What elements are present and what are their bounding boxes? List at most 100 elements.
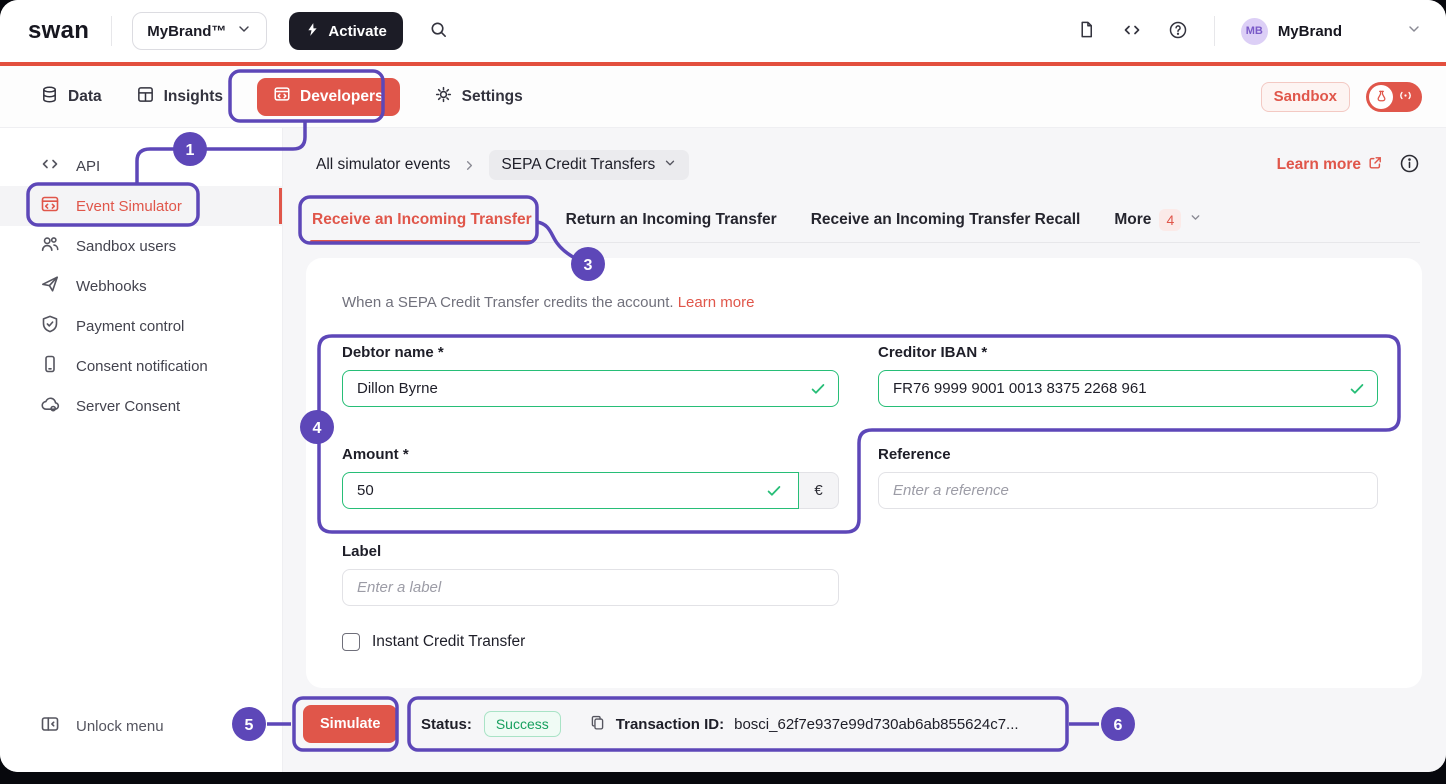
send-icon <box>40 274 60 298</box>
main-content: All simulator events SEPA Credit Transfe… <box>283 128 1446 772</box>
chevron-down-icon <box>1189 211 1202 229</box>
account-menu[interactable]: MB MyBrand <box>1241 18 1422 45</box>
debtor-name-label: Debtor name * <box>342 344 444 361</box>
sidebar-item-label: Event Simulator <box>76 198 182 215</box>
gear-icon <box>434 85 453 109</box>
shield-check-icon <box>40 314 60 338</box>
nav-item-label: Developers <box>300 88 384 106</box>
creditor-iban-field[interactable] <box>878 370 1378 407</box>
sidebar-item-consent-notification[interactable]: Consent notification <box>0 346 282 386</box>
breadcrumb-current-label: SEPA Credit Transfers <box>501 156 655 174</box>
flask-icon <box>1369 85 1393 109</box>
label-field-label: Label <box>342 543 381 560</box>
sidebar-item-label: Server Consent <box>76 398 180 415</box>
nav-item-data[interactable]: Data <box>40 85 102 109</box>
api-explorer-button[interactable] <box>1116 14 1148 49</box>
sidebar-item-server-consent[interactable]: Server Consent <box>0 386 282 426</box>
breadcrumb-actions: Learn more <box>1277 153 1420 177</box>
database-icon <box>40 85 59 109</box>
breadcrumb-current-selector[interactable]: SEPA Credit Transfers <box>489 150 689 180</box>
sidebar-item-webhooks[interactable]: Webhooks <box>0 266 282 306</box>
code-icon <box>1122 20 1142 43</box>
activate-button[interactable]: Activate <box>289 12 402 50</box>
dev-console-icon <box>273 85 291 108</box>
unlock-menu-button[interactable]: Unlock menu <box>0 706 281 746</box>
tab-receive-incoming-transfer[interactable]: Receive an Incoming Transfer <box>312 197 532 242</box>
external-link-icon <box>1367 155 1383 176</box>
breadcrumb-root[interactable]: All simulator events <box>316 156 450 174</box>
support-button[interactable] <box>1162 14 1194 49</box>
lightning-icon <box>305 22 320 41</box>
environment-toggle[interactable] <box>1366 82 1422 112</box>
divider <box>1214 16 1215 46</box>
reference-field[interactable] <box>878 472 1378 509</box>
tab-return-incoming-transfer[interactable]: Return an Incoming Transfer <box>566 197 777 242</box>
sandbox-badge: Sandbox <box>1261 82 1350 112</box>
amount-label: Amount * <box>342 446 409 463</box>
result-status-row: Status: Success Transaction ID: bosci_62… <box>421 698 1019 750</box>
docs-button[interactable] <box>1071 14 1102 48</box>
sidebar-item-payment-control[interactable]: Payment control <box>0 306 282 346</box>
sidebar-item-label: Payment control <box>76 318 184 335</box>
status-badge: Success <box>484 711 561 737</box>
instant-transfer-label: Instant Credit Transfer <box>372 633 525 651</box>
learn-more-link[interactable]: Learn more <box>1277 155 1383 176</box>
info-icon <box>1399 153 1420 177</box>
unlock-menu-label: Unlock menu <box>76 718 164 735</box>
copy-icon <box>589 714 606 734</box>
nav-item-settings[interactable]: Settings <box>434 85 523 109</box>
sidebar: API Event Simulator Sandbox users Webhoo… <box>0 128 283 772</box>
sidebar-item-label: Webhooks <box>76 278 147 295</box>
tab-receive-incoming-transfer-recall[interactable]: Receive an Incoming Transfer Recall <box>811 197 1081 242</box>
reference-label: Reference <box>878 446 951 463</box>
tab-more[interactable]: More 4 <box>1114 197 1202 242</box>
label-field[interactable] <box>342 569 839 606</box>
topbar: swan MyBrand™ Activate MB MyBrand <box>0 0 1446 62</box>
sidebar-item-api[interactable]: API <box>0 146 282 186</box>
amount-field-group: € <box>342 472 839 509</box>
copy-button[interactable] <box>589 714 606 734</box>
instant-transfer-option[interactable]: Instant Credit Transfer <box>342 633 525 651</box>
help-icon <box>1168 20 1188 43</box>
document-icon <box>1077 20 1096 42</box>
nav-item-label: Data <box>68 88 102 106</box>
search-icon <box>429 20 448 42</box>
sidebar-item-event-simulator[interactable]: Event Simulator <box>0 186 282 226</box>
form-description: When a SEPA Credit Transfer credits the … <box>342 294 754 311</box>
transaction-id-value: bosci_62f7e937e99d730ab6ab855624c7... <box>734 716 1018 733</box>
broadcast-icon <box>1397 87 1414 107</box>
amount-field[interactable] <box>342 472 799 509</box>
swan-logo: swan <box>28 17 89 45</box>
chevron-down-icon <box>236 21 252 41</box>
info-button[interactable] <box>1399 153 1420 177</box>
breadcrumb: All simulator events SEPA Credit Transfe… <box>316 150 1420 180</box>
more-count-badge: 4 <box>1159 209 1181 231</box>
code-icon <box>40 154 60 178</box>
navbar-right: Sandbox <box>1261 82 1422 112</box>
debtor-name-field[interactable] <box>342 370 839 407</box>
grid-icon <box>136 85 155 109</box>
sidebar-item-label: Consent notification <box>76 358 208 375</box>
instant-transfer-checkbox[interactable] <box>342 633 360 651</box>
learn-more-label: Learn more <box>1277 156 1361 174</box>
divider <box>111 16 112 46</box>
sidebar-item-sandbox-users[interactable]: Sandbox users <box>0 226 282 266</box>
chevron-down-icon <box>1406 21 1422 41</box>
search-button[interactable] <box>429 20 448 42</box>
users-icon <box>40 234 60 258</box>
sidebar-item-label: API <box>76 158 100 175</box>
nav-item-label: Settings <box>462 88 523 106</box>
phone-icon <box>40 354 60 378</box>
form-description-text: When a SEPA Credit Transfer credits the … <box>342 294 674 311</box>
org-selector[interactable]: MyBrand™ <box>132 12 267 50</box>
activate-label: Activate <box>328 23 386 40</box>
status-label: Status: <box>421 716 472 733</box>
nav-item-insights[interactable]: Insights <box>136 85 223 109</box>
form-learn-more-link[interactable]: Learn more <box>678 294 755 311</box>
account-name: MyBrand <box>1278 23 1342 40</box>
dev-console-icon <box>40 194 60 218</box>
collapse-panel-icon <box>40 714 60 738</box>
simulate-button[interactable]: Simulate <box>303 705 397 743</box>
nav-item-developers[interactable]: Developers <box>257 78 400 116</box>
simulator-form-card: When a SEPA Credit Transfer credits the … <box>306 258 1422 688</box>
